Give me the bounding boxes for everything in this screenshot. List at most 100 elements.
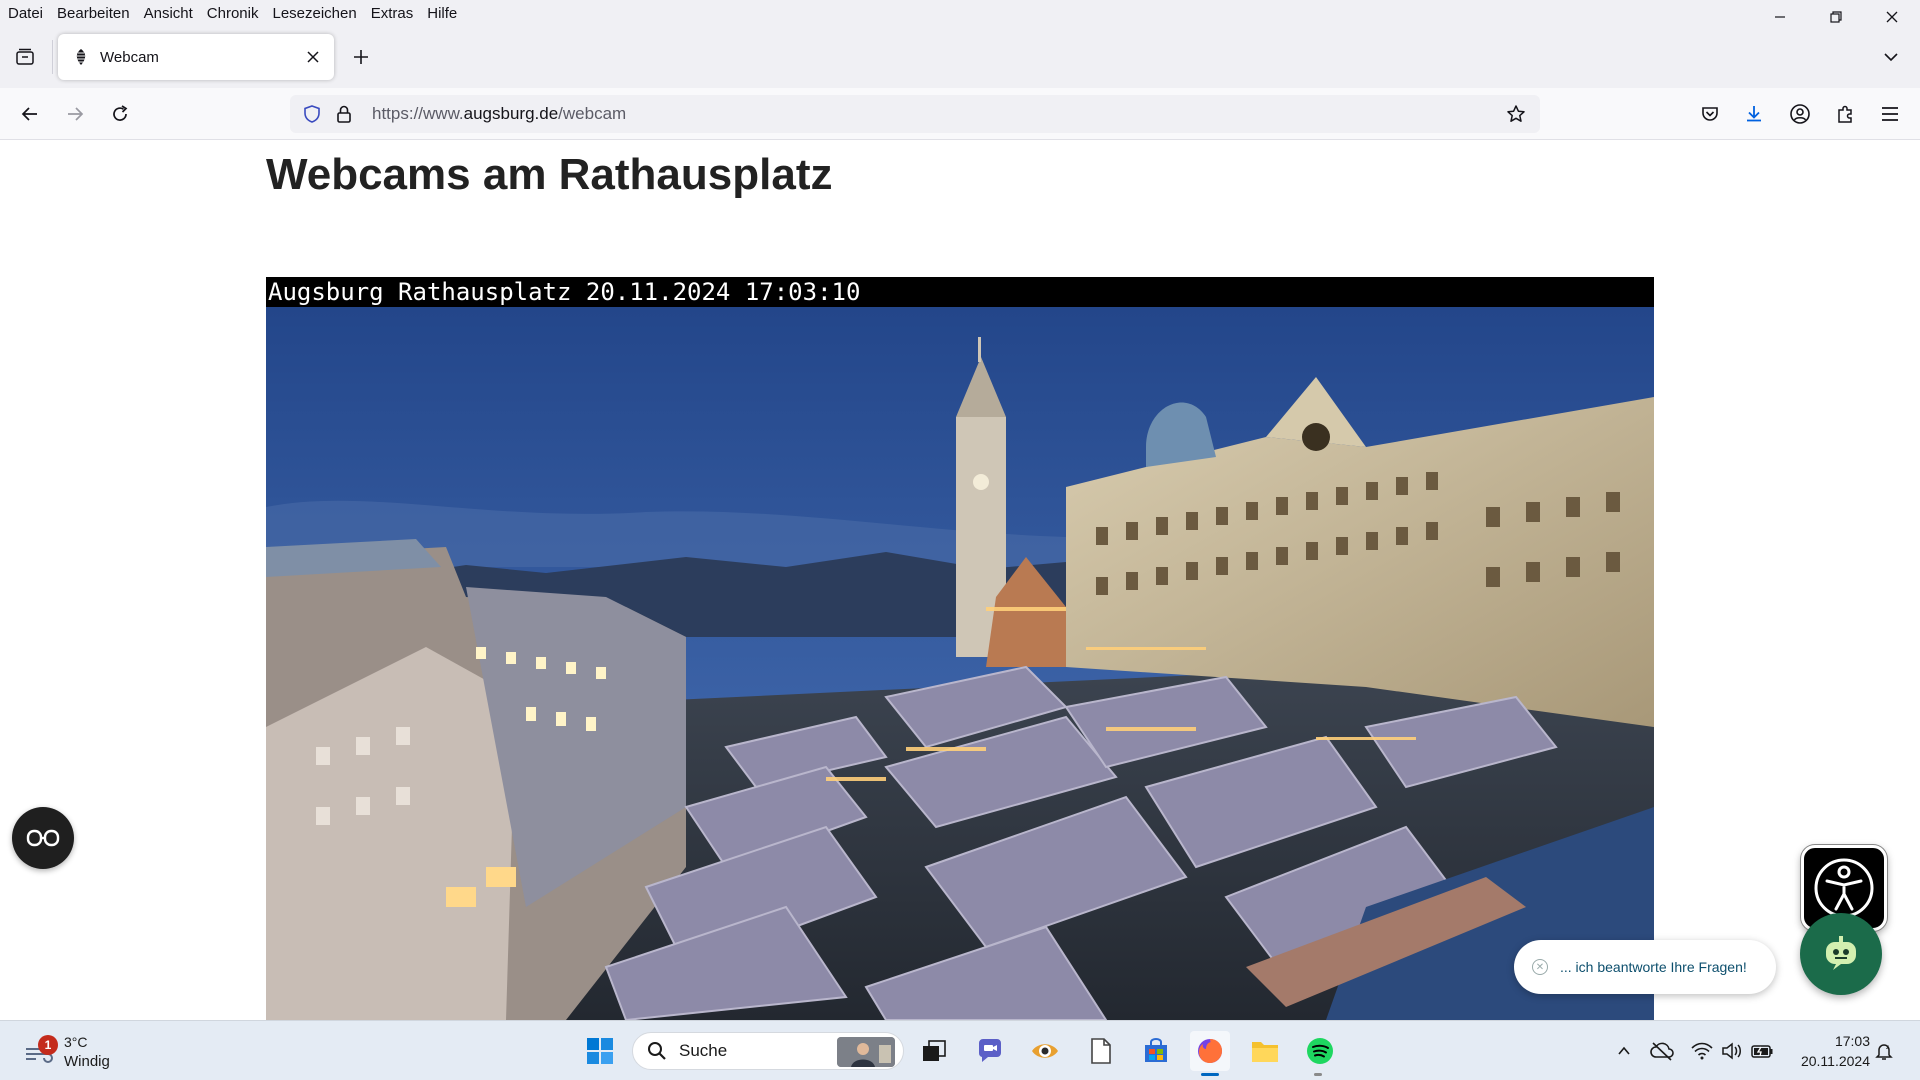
chat-prompt-text: ... ich beantworte Ihre Fragen!	[1560, 959, 1747, 975]
show-hidden-icons-button[interactable]	[1612, 1039, 1636, 1063]
microsoft-store-button[interactable]	[1136, 1031, 1176, 1071]
teams-chat-button[interactable]	[970, 1031, 1010, 1071]
reload-button[interactable]	[104, 98, 136, 130]
taskbar-search[interactable]: Suche	[632, 1032, 904, 1070]
weather-badge: 1	[38, 1035, 58, 1055]
reload-icon	[113, 105, 128, 121]
chat-icon	[978, 1039, 1001, 1062]
windows-taskbar: 1 3°C Windig Suche 17:03 20.11.2024 z	[0, 1020, 1920, 1080]
spotify-icon	[1307, 1038, 1333, 1064]
weather-condition: Windig	[64, 1053, 110, 1070]
close-icon	[307, 51, 319, 63]
cloud-off-icon	[1650, 1042, 1674, 1061]
chevron-up-icon	[1618, 1046, 1630, 1055]
account-button[interactable]	[1784, 98, 1816, 130]
chatbot-button[interactable]	[1800, 913, 1882, 995]
menu-bearbeiten[interactable]: Bearbeiten	[57, 5, 130, 22]
arrow-left-icon	[21, 107, 37, 121]
webcam-caption: Augsburg Rathausplatz 20.11.2024 17:03:1…	[266, 277, 1654, 307]
list-all-tabs-button[interactable]	[1876, 42, 1906, 72]
puzzle-icon	[1838, 105, 1852, 123]
webcam-scene	[266, 307, 1654, 1020]
download-icon	[1747, 106, 1761, 122]
tab-webcam[interactable]: Webcam	[58, 34, 334, 80]
spotify-button[interactable]	[1300, 1031, 1340, 1071]
start-button[interactable]	[580, 1031, 620, 1071]
taskbar-app-notepad[interactable]	[1081, 1031, 1121, 1071]
tab-separator	[52, 40, 53, 74]
menu-items: Datei Bearbeiten Ansicht Chronik Lesezei…	[0, 5, 471, 22]
close-tab-button[interactable]	[300, 44, 326, 70]
chat-prompt-bubble[interactable]: ✕ ... ich beantworte Ihre Fragen!	[1514, 940, 1776, 994]
eye-icon	[1032, 1044, 1058, 1058]
url-prefix: https://www.	[372, 104, 464, 123]
page-title: Webcams am Rathausplatz	[266, 150, 833, 199]
downloads-button[interactable]	[1738, 98, 1770, 130]
taskbar-app-eye[interactable]	[1025, 1031, 1065, 1071]
forward-button[interactable]	[59, 98, 91, 130]
arrow-right-icon	[68, 107, 84, 121]
pocket-icon	[1702, 107, 1718, 121]
battery-tray-icon[interactable]	[1750, 1039, 1774, 1063]
bookmark-star-button[interactable]	[1500, 98, 1532, 130]
new-tab-button[interactable]	[346, 42, 376, 72]
app-menu-button[interactable]	[1874, 98, 1906, 130]
pinecone-icon	[76, 49, 86, 65]
menu-lesezeichen[interactable]: Lesezeichen	[272, 5, 356, 22]
url-path: /webcam	[558, 104, 627, 123]
search-label: Suche	[679, 1041, 728, 1060]
chatbot-robot-icon	[1826, 936, 1856, 970]
account-icon	[1790, 104, 1810, 124]
weather-widget[interactable]: 1 3°C Windig	[20, 1029, 130, 1073]
menu-bar: Datei Bearbeiten Ansicht Chronik Lesezei…	[0, 0, 1920, 26]
back-button[interactable]	[14, 98, 46, 130]
file-explorer-button[interactable]	[1245, 1031, 1285, 1071]
task-view-button[interactable]	[914, 1031, 954, 1071]
lock-icon[interactable]	[332, 100, 356, 128]
address-bar[interactable]: https://www.augsburg.de/webcam	[290, 95, 1540, 133]
task-view-icon	[923, 1040, 946, 1061]
clock-time: 17:03	[1834, 1033, 1870, 1049]
menu-datei[interactable]: Datei	[8, 5, 43, 22]
restore-icon	[1830, 11, 1842, 23]
notifications-button[interactable]: z	[1872, 1039, 1896, 1063]
webcam-image: Augsburg Rathausplatz 20.11.2024 17:03:1…	[266, 277, 1654, 1020]
close-chat-prompt-icon[interactable]: ✕	[1532, 959, 1548, 975]
pocket-button[interactable]	[1694, 98, 1726, 130]
firefox-taskbar-button[interactable]	[1190, 1031, 1230, 1071]
wifi-tray-icon[interactable]	[1690, 1039, 1714, 1063]
menu-extras[interactable]: Extras	[371, 5, 414, 22]
glasses-icon	[26, 829, 60, 847]
extensions-button[interactable]	[1829, 98, 1861, 130]
navigation-bar: https://www.augsburg.de/webcam	[0, 88, 1920, 140]
hamburger-menu-icon	[1882, 107, 1898, 121]
onedrive-tray-icon[interactable]	[1650, 1039, 1674, 1063]
spotify-running-indicator	[1314, 1073, 1322, 1076]
tab-list-button[interactable]	[10, 42, 40, 72]
clock[interactable]: 17:03 20.11.2024	[1790, 1031, 1870, 1071]
menu-hilfe[interactable]: Hilfe	[427, 5, 457, 22]
firefox-active-indicator	[1201, 1073, 1219, 1076]
page-content: Webcams am Rathausplatz Augsburg Rathaus…	[0, 140, 1920, 1020]
volume-tray-icon[interactable]	[1720, 1039, 1744, 1063]
search-icon	[648, 1042, 666, 1060]
document-icon	[1091, 1038, 1111, 1064]
speaker-icon	[1722, 1042, 1741, 1060]
tracking-protection-shield-icon[interactable]	[298, 100, 326, 128]
battery-charging-icon	[1751, 1045, 1773, 1058]
star-icon	[1507, 105, 1525, 122]
windows-logo-icon	[587, 1038, 613, 1064]
menu-chronik[interactable]: Chronik	[207, 5, 259, 22]
chevron-down-icon	[1884, 53, 1898, 62]
url-domain: augsburg.de	[463, 104, 559, 123]
close-icon	[1886, 11, 1898, 23]
reader-view-button[interactable]	[12, 807, 74, 869]
clock-date: 20.11.2024	[1800, 1053, 1870, 1069]
weather-temp: 3°C	[64, 1034, 88, 1050]
firefox-icon	[1198, 1039, 1222, 1063]
store-icon	[1145, 1038, 1167, 1062]
plus-icon	[354, 50, 368, 64]
url-text[interactable]: https://www.augsburg.de/webcam	[372, 104, 1500, 124]
menu-ansicht[interactable]: Ansicht	[144, 5, 193, 22]
accessibility-icon	[1814, 858, 1874, 918]
